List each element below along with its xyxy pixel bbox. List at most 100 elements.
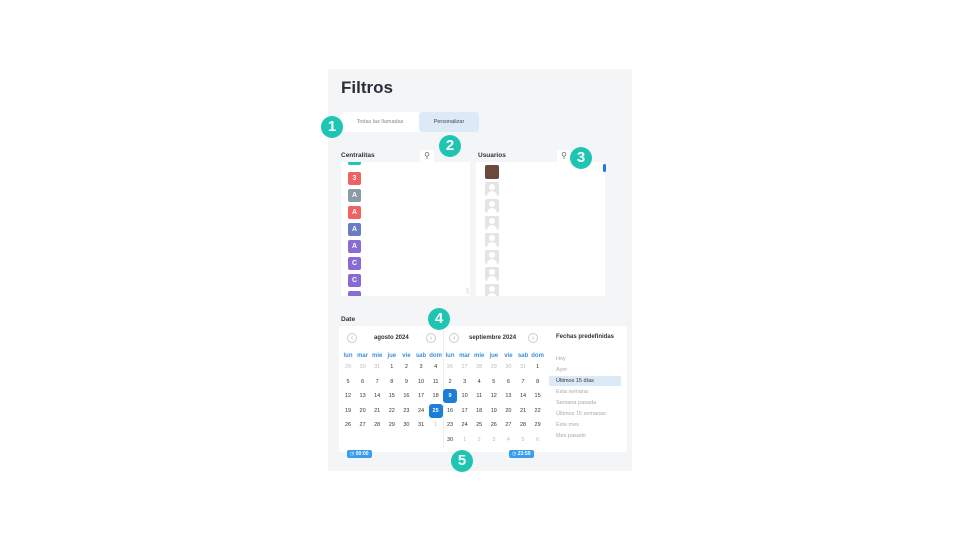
centralita-item[interactable]: A bbox=[348, 240, 361, 253]
calendar-day[interactable]: 24 bbox=[458, 418, 472, 432]
calendar-day[interactable]: 14 bbox=[370, 389, 384, 403]
preset-option[interactable]: Esta semana bbox=[549, 387, 621, 397]
calendar-day[interactable]: 13 bbox=[356, 389, 370, 403]
calendar-day[interactable]: 28 bbox=[516, 418, 530, 432]
calendar-day[interactable]: 4 bbox=[472, 375, 486, 389]
calendar-day[interactable]: 28 bbox=[370, 418, 384, 432]
calendar-day[interactable]: 18 bbox=[429, 389, 443, 403]
start-time-chip[interactable]: ◷ 00:00 bbox=[347, 450, 372, 458]
calendar-day[interactable]: 9 bbox=[443, 389, 457, 404]
calendar-day[interactable]: 5 bbox=[487, 375, 501, 389]
calendar-day[interactable]: 2 bbox=[399, 360, 413, 374]
calendar-day[interactable]: 30 bbox=[356, 360, 370, 374]
calendar-day[interactable]: 30 bbox=[443, 433, 457, 447]
centralita-item[interactable]: 3 bbox=[348, 172, 361, 185]
calendar-day[interactable]: 7 bbox=[370, 375, 384, 389]
preset-option[interactable]: Este mes bbox=[549, 420, 621, 430]
calendar-day[interactable]: 31 bbox=[414, 418, 428, 432]
preset-option[interactable]: Mes pasado bbox=[549, 431, 621, 441]
calendar-day[interactable]: 26 bbox=[487, 418, 501, 432]
calendar-day[interactable]: 8 bbox=[385, 375, 399, 389]
calendar-day[interactable]: 19 bbox=[487, 404, 501, 418]
end-time-chip[interactable]: ◷ 23:59 bbox=[509, 450, 534, 458]
calendar-day[interactable]: 1 bbox=[531, 360, 545, 374]
calendar-day[interactable]: 29 bbox=[531, 418, 545, 432]
calendar-day[interactable]: 25 bbox=[428, 403, 443, 418]
centralita-item[interactable]: A bbox=[348, 189, 361, 202]
calendar-day[interactable]: 27 bbox=[458, 360, 472, 374]
calendar-day[interactable]: 5 bbox=[516, 433, 530, 447]
user-avatar-placeholder[interactable] bbox=[485, 216, 499, 230]
user-avatar-placeholder[interactable] bbox=[485, 267, 499, 281]
tab-customize[interactable]: Personalizar bbox=[419, 112, 479, 132]
calendar-day[interactable]: 21 bbox=[370, 404, 384, 418]
calendar-day[interactable]: 5 bbox=[341, 375, 355, 389]
centralita-item[interactable] bbox=[348, 291, 361, 296]
prev-month-button-right[interactable]: ‹ bbox=[449, 333, 459, 343]
prev-month-button[interactable]: ‹ bbox=[347, 333, 357, 343]
calendar-day[interactable]: 23 bbox=[443, 418, 457, 432]
calendar-day[interactable]: 1 bbox=[385, 360, 399, 374]
calendar-day[interactable]: 26 bbox=[341, 418, 355, 432]
calendar-day[interactable]: 30 bbox=[501, 360, 515, 374]
calendar-day[interactable]: 29 bbox=[385, 418, 399, 432]
calendar-day[interactable]: 24 bbox=[414, 404, 428, 418]
preset-option[interactable]: Hoy bbox=[549, 354, 621, 364]
calendar-day[interactable]: 15 bbox=[531, 389, 545, 403]
calendar-day[interactable]: 12 bbox=[341, 389, 355, 403]
calendar-day[interactable]: 31 bbox=[370, 360, 384, 374]
calendar-day[interactable]: 9 bbox=[399, 375, 413, 389]
calendar-day[interactable]: 17 bbox=[458, 404, 472, 418]
user-avatar[interactable] bbox=[485, 165, 499, 179]
calendar-day[interactable]: 3 bbox=[458, 375, 472, 389]
user-avatar-placeholder[interactable] bbox=[485, 233, 499, 247]
centralita-item[interactable] bbox=[348, 162, 361, 165]
calendar-day[interactable]: 22 bbox=[531, 404, 545, 418]
calendar-day[interactable]: 22 bbox=[385, 404, 399, 418]
calendar-day[interactable]: 6 bbox=[356, 375, 370, 389]
calendar-day[interactable]: 4 bbox=[501, 433, 515, 447]
calendar-day[interactable]: 18 bbox=[472, 404, 486, 418]
calendar-day[interactable]: 14 bbox=[516, 389, 530, 403]
calendar-day[interactable]: 27 bbox=[356, 418, 370, 432]
calendar-day[interactable]: 8 bbox=[531, 375, 545, 389]
calendar-day[interactable]: 6 bbox=[501, 375, 515, 389]
calendar-day[interactable]: 28 bbox=[472, 360, 486, 374]
user-avatar-placeholder[interactable] bbox=[485, 250, 499, 264]
centralita-item[interactable]: A bbox=[348, 206, 361, 219]
calendar-day[interactable]: 27 bbox=[501, 418, 515, 432]
calendar-day[interactable]: 1 bbox=[458, 433, 472, 447]
user-avatar-placeholder[interactable] bbox=[485, 199, 499, 213]
centralita-item[interactable]: C bbox=[348, 274, 361, 287]
calendar-day[interactable]: 1 bbox=[429, 418, 443, 432]
calendar-day[interactable]: 21 bbox=[516, 404, 530, 418]
calendar-day[interactable]: 6 bbox=[531, 433, 545, 447]
calendar-day[interactable]: 23 bbox=[399, 404, 413, 418]
calendar-day[interactable]: 7 bbox=[516, 375, 530, 389]
calendar-day[interactable]: 13 bbox=[501, 389, 515, 403]
next-month-button[interactable]: › bbox=[528, 333, 538, 343]
preset-option[interactable]: Semana pasada bbox=[549, 398, 621, 408]
preset-option[interactable]: Últimos 15 semanas bbox=[549, 409, 621, 419]
calendar-day[interactable]: 29 bbox=[341, 360, 355, 374]
calendar-day[interactable]: 26 bbox=[443, 360, 457, 374]
calendar-day[interactable]: 12 bbox=[487, 389, 501, 403]
next-month-button-left[interactable]: › bbox=[426, 333, 436, 343]
preset-option[interactable]: Ayer bbox=[549, 365, 621, 375]
centralitas-search-icon[interactable]: ⚲ bbox=[420, 150, 434, 162]
tab-all-calls[interactable]: Todas las llamadas bbox=[341, 112, 419, 132]
centralitas-scrollbar[interactable] bbox=[466, 288, 469, 294]
usuarios-search-icon[interactable]: ⚲ bbox=[557, 150, 571, 162]
calendar-day[interactable]: 15 bbox=[385, 389, 399, 403]
preset-option[interactable]: Últimos 15 días bbox=[549, 376, 621, 386]
centralita-item[interactable]: C bbox=[348, 257, 361, 270]
user-avatar-placeholder[interactable] bbox=[485, 284, 499, 296]
calendar-day[interactable]: 10 bbox=[414, 375, 428, 389]
calendar-day[interactable]: 29 bbox=[487, 360, 501, 374]
calendar-day[interactable]: 3 bbox=[414, 360, 428, 374]
calendar-day[interactable]: 2 bbox=[472, 433, 486, 447]
calendar-day[interactable]: 31 bbox=[516, 360, 530, 374]
user-avatar-placeholder[interactable] bbox=[485, 182, 499, 196]
calendar-day[interactable]: 25 bbox=[472, 418, 486, 432]
calendar-day[interactable]: 20 bbox=[356, 404, 370, 418]
